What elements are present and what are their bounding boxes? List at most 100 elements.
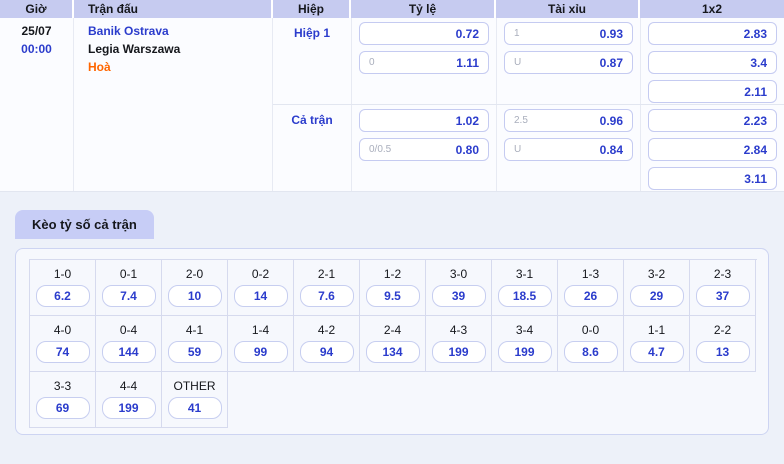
- score-label: 1-0: [54, 267, 71, 281]
- score-label: 1-3: [582, 267, 599, 281]
- odds-value: 2.11: [744, 85, 767, 99]
- match-clock: 00:00: [0, 40, 73, 58]
- score-odds-button[interactable]: 14: [234, 285, 288, 307]
- score-label: 1-4: [252, 323, 269, 337]
- score-odds-button[interactable]: 94: [300, 341, 354, 363]
- score-label: 2-4: [384, 323, 401, 337]
- score-odds-button[interactable]: 144: [102, 341, 156, 363]
- 1x2-odds-column: 2.83 3.4 2.11: [640, 18, 784, 104]
- score-odds-button[interactable]: 13: [696, 341, 750, 363]
- score-cell: 4-074: [30, 316, 96, 372]
- match-date: 25/07: [0, 22, 73, 40]
- score-cell: 2-17.6: [294, 260, 360, 316]
- handicap-line: 0/0.5: [369, 144, 391, 155]
- score-grid-row: 1-06.20-17.42-0100-2142-17.61-29.53-0393…: [30, 260, 757, 316]
- score-odds-button[interactable]: 10: [168, 285, 222, 307]
- score-label: 1-2: [384, 267, 401, 281]
- odds-value: 0.96: [600, 114, 623, 128]
- score-odds-button[interactable]: 199: [432, 341, 486, 363]
- handicap-line: 2.5: [514, 115, 528, 126]
- score-label: 0-1: [120, 267, 137, 281]
- score-cell: 4-294: [294, 316, 360, 372]
- score-odds-button[interactable]: 39: [432, 285, 486, 307]
- match-time-cell: 25/07 00:00: [0, 18, 74, 191]
- odds-value: 1.11: [456, 56, 479, 70]
- odds-value: 0.93: [600, 27, 623, 41]
- match-odds-table: Giờ Trận đấu Hiệp Tỷ lệ Tài xỉu 1x2 25/0…: [0, 0, 784, 192]
- odds-box[interactable]: 2.11: [648, 80, 777, 103]
- odds-box[interactable]: U0.87: [504, 51, 633, 74]
- odds-box[interactable]: 0.72: [359, 22, 489, 45]
- score-cell: 0-08.6: [558, 316, 624, 372]
- score-label: 0-0: [582, 323, 599, 337]
- score-odds-button[interactable]: 134: [366, 341, 420, 363]
- correct-score-panel: 1-06.20-17.42-0100-2142-17.61-29.53-0393…: [15, 248, 769, 435]
- score-grid-row: 3-3694-4199OTHER41: [30, 372, 757, 428]
- handicap-line: 0: [369, 57, 375, 68]
- score-odds-button[interactable]: 8.6: [564, 341, 618, 363]
- score-odds-button[interactable]: 29: [630, 285, 684, 307]
- score-label: 3-2: [648, 267, 665, 281]
- score-label: 3-4: [516, 323, 533, 337]
- odds-value: 2.23: [744, 114, 767, 128]
- score-label: 3-0: [450, 267, 467, 281]
- odds-box[interactable]: 2.23: [648, 109, 777, 132]
- score-odds-button[interactable]: 99: [234, 341, 288, 363]
- score-label: 2-2: [714, 323, 731, 337]
- score-label: 4-1: [186, 323, 203, 337]
- score-cell: 0-214: [228, 260, 294, 316]
- home-team-link[interactable]: Banik Ostrava: [88, 22, 272, 40]
- odds-box[interactable]: 1.02: [359, 109, 489, 132]
- score-odds-button[interactable]: 199: [102, 397, 156, 419]
- score-cell: 3-229: [624, 260, 690, 316]
- score-odds-button[interactable]: 7.4: [102, 285, 156, 307]
- odds-box[interactable]: 10.93: [504, 22, 633, 45]
- odds-box[interactable]: U0.84: [504, 138, 633, 161]
- period-row: Cả trận 1.02 0/0.50.80 2.5 0.96 U0.84 2.23 2.84…: [273, 104, 784, 191]
- odds-box[interactable]: 01.11: [359, 51, 489, 74]
- score-cell: 3-039: [426, 260, 492, 316]
- odds-box[interactable]: 3.11: [648, 167, 777, 190]
- score-odds-button[interactable]: 199: [498, 341, 552, 363]
- odds-value: 0.72: [456, 27, 479, 41]
- score-cell: 2-337: [690, 260, 756, 316]
- header-over-under: Tài xỉu: [496, 0, 640, 18]
- score-cell: 2-010: [162, 260, 228, 316]
- header-1x2: 1x2: [640, 0, 784, 18]
- score-label: 0-2: [252, 267, 269, 281]
- odds-box[interactable]: 2.5 0.96: [504, 109, 633, 132]
- score-label: 3-3: [54, 379, 71, 393]
- odds-box[interactable]: 2.84: [648, 138, 777, 161]
- score-label: 4-0: [54, 323, 71, 337]
- score-odds-button[interactable]: 69: [36, 397, 90, 419]
- score-odds-button[interactable]: 37: [696, 285, 750, 307]
- odds-box[interactable]: 0/0.50.80: [359, 138, 489, 161]
- score-label: 4-2: [318, 323, 335, 337]
- handicap-line: 1: [514, 28, 520, 39]
- odds-box[interactable]: 3.4: [648, 51, 777, 74]
- odds-box[interactable]: 2.83: [648, 22, 777, 45]
- score-odds-button[interactable]: 59: [168, 341, 222, 363]
- score-odds-button[interactable]: 26: [564, 285, 618, 307]
- score-label: 4-4: [120, 379, 137, 393]
- period-label: Cả trận: [273, 105, 351, 191]
- score-odds-button[interactable]: 7.6: [300, 285, 354, 307]
- score-cell: 3-369: [30, 372, 96, 428]
- score-odds-button[interactable]: 18.5: [498, 285, 552, 307]
- tab-correct-score[interactable]: Kèo tỷ số cả trận: [15, 210, 154, 239]
- score-grid: 1-06.20-17.42-0100-2142-17.61-29.53-0393…: [29, 259, 757, 428]
- score-odds-button[interactable]: 9.5: [366, 285, 420, 307]
- score-odds-button[interactable]: 74: [36, 341, 90, 363]
- score-odds-button[interactable]: 4.7: [630, 341, 684, 363]
- score-label: 2-1: [318, 267, 335, 281]
- odds-value: 2.83: [744, 27, 767, 41]
- score-cell: 4-3199: [426, 316, 492, 372]
- score-label: 2-3: [714, 267, 731, 281]
- score-odds-button[interactable]: 41: [168, 397, 222, 419]
- odds-value: 3.4: [750, 56, 767, 70]
- odds-value: 0.87: [600, 56, 623, 70]
- header-time: Giờ: [0, 0, 74, 18]
- score-cell: 1-326: [558, 260, 624, 316]
- score-odds-button[interactable]: 6.2: [36, 285, 90, 307]
- score-label: 0-4: [120, 323, 137, 337]
